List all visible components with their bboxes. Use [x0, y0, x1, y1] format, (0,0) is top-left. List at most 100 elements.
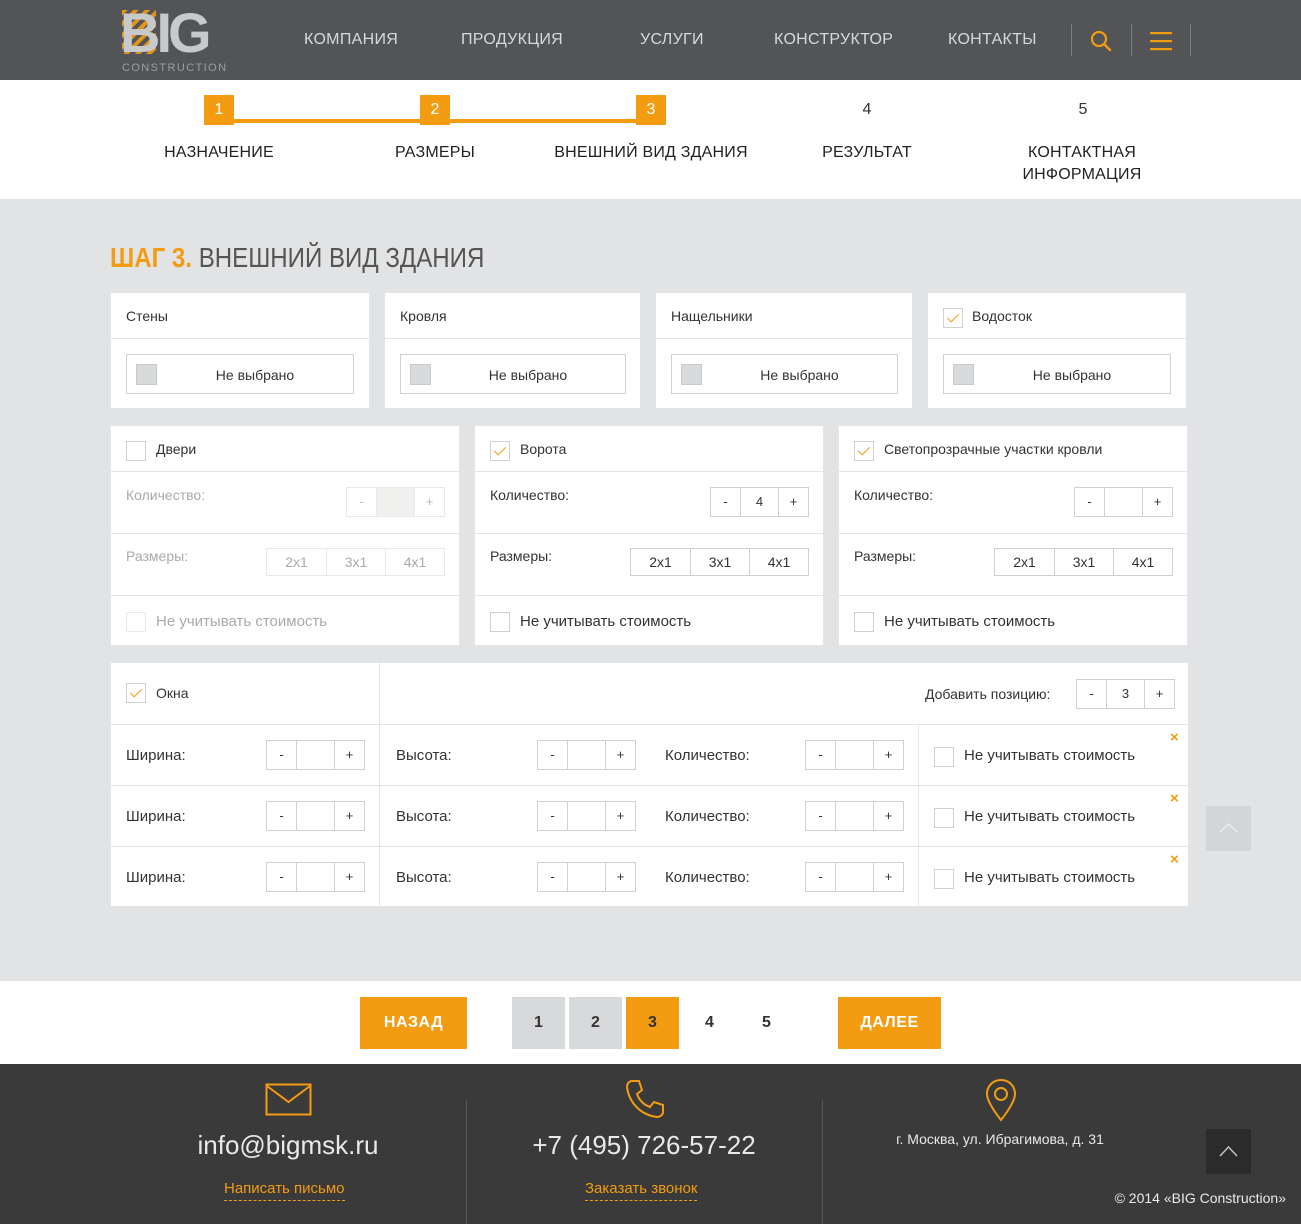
ignore-cost-checkbox[interactable]	[934, 869, 954, 889]
width-value[interactable]	[296, 802, 335, 830]
width-stepper[interactable]: - +	[266, 801, 365, 831]
gates-checkbox[interactable]	[490, 441, 510, 461]
search-icon[interactable]	[1089, 29, 1113, 53]
plus-button[interactable]: +	[335, 741, 364, 769]
quantity-stepper[interactable]: - +	[805, 862, 904, 892]
ignore-cost-checkbox[interactable]	[934, 808, 954, 828]
minus-button[interactable]: -	[711, 488, 740, 516]
size-option[interactable]: 4x1	[749, 549, 808, 575]
quantity-stepper[interactable]: -4 +	[710, 487, 809, 517]
order-call-link[interactable]: Заказать звонок	[585, 1180, 698, 1201]
size-option[interactable]: 3x1	[326, 549, 385, 575]
scroll-top-button[interactable]	[1206, 806, 1251, 851]
plus-button[interactable]: +	[415, 488, 444, 516]
plus-button[interactable]: +	[1145, 680, 1174, 708]
quantity-value[interactable]	[376, 488, 415, 516]
footer-phone[interactable]: +7 (495) 726-57-22	[506, 1130, 782, 1161]
windows-checkbox[interactable]	[126, 683, 146, 703]
step-2-number[interactable]: 2	[420, 95, 450, 125]
ignore-cost-checkbox[interactable]	[126, 612, 146, 632]
minus-button[interactable]: -	[538, 802, 567, 830]
size-option[interactable]: 4x1	[385, 549, 444, 575]
plus-button[interactable]: +	[335, 863, 364, 891]
material-select[interactable]: Не выбрано	[943, 354, 1171, 394]
nav-contacts[interactable]: КОНТАКТЫ	[948, 31, 1037, 49]
size-option[interactable]: 2x1	[631, 549, 690, 575]
quantity-value[interactable]: 4	[740, 488, 779, 516]
nav-products[interactable]: ПРОДУКЦИЯ	[461, 31, 563, 49]
material-select[interactable]: Не выбрано	[671, 354, 898, 394]
ignore-cost-checkbox[interactable]	[854, 612, 874, 632]
width-value[interactable]	[296, 863, 335, 891]
minus-button[interactable]: -	[538, 741, 567, 769]
remove-row-icon[interactable]: ×	[1170, 729, 1179, 746]
page-1[interactable]: 1	[512, 997, 565, 1049]
size-option[interactable]: 3x1	[690, 549, 749, 575]
size-option[interactable]: 2x1	[995, 549, 1054, 575]
menu-icon[interactable]	[1149, 30, 1173, 52]
plus-button[interactable]: +	[606, 863, 635, 891]
skylights-checkbox[interactable]	[854, 441, 874, 461]
minus-button[interactable]: -	[806, 741, 835, 769]
ignore-cost-checkbox[interactable]	[490, 612, 510, 632]
page-3-current[interactable]: 3	[626, 997, 679, 1049]
plus-button[interactable]: +	[606, 802, 635, 830]
doors-checkbox[interactable]	[126, 441, 146, 461]
height-value[interactable]	[567, 802, 606, 830]
page-2[interactable]: 2	[569, 997, 622, 1049]
back-button[interactable]: НАЗАД	[360, 997, 467, 1049]
remove-row-icon[interactable]: ×	[1170, 790, 1179, 807]
quantity-stepper[interactable]: - +	[346, 487, 445, 517]
minus-button[interactable]: -	[347, 488, 376, 516]
width-stepper[interactable]: - +	[266, 862, 365, 892]
size-option[interactable]: 4x1	[1113, 549, 1172, 575]
minus-button[interactable]: -	[267, 863, 296, 891]
add-position-value[interactable]: 3	[1106, 680, 1145, 708]
next-button[interactable]: ДАЛЕЕ	[838, 997, 941, 1049]
width-value[interactable]	[296, 741, 335, 769]
minus-button[interactable]: -	[806, 802, 835, 830]
height-stepper[interactable]: - +	[537, 862, 636, 892]
material-select[interactable]: Не выбрано	[126, 354, 354, 394]
plus-button[interactable]: +	[1143, 488, 1172, 516]
minus-button[interactable]: -	[806, 863, 835, 891]
quantity-value[interactable]	[835, 741, 874, 769]
material-select[interactable]: Не выбрано	[400, 354, 626, 394]
footer-email[interactable]: info@bigmsk.ru	[150, 1130, 426, 1161]
minus-button[interactable]: -	[1077, 680, 1106, 708]
gutter-checkbox[interactable]	[943, 308, 963, 328]
write-letter-link[interactable]: Написать письмо	[224, 1180, 345, 1201]
quantity-stepper[interactable]: - +	[1074, 487, 1173, 517]
minus-button[interactable]: -	[1075, 488, 1104, 516]
nav-constructor[interactable]: КОНСТРУКТОР	[774, 31, 893, 49]
plus-button[interactable]: +	[874, 741, 903, 769]
nav-company[interactable]: КОМПАНИЯ	[304, 31, 398, 49]
scroll-top-button[interactable]	[1206, 1129, 1251, 1174]
plus-button[interactable]: +	[606, 741, 635, 769]
minus-button[interactable]: -	[538, 863, 567, 891]
ignore-cost-checkbox[interactable]	[934, 747, 954, 767]
plus-button[interactable]: +	[874, 863, 903, 891]
height-stepper[interactable]: - +	[537, 740, 636, 770]
minus-button[interactable]: -	[267, 741, 296, 769]
height-stepper[interactable]: - +	[537, 801, 636, 831]
nav-services[interactable]: УСЛУГИ	[640, 31, 704, 49]
quantity-value[interactable]	[835, 802, 874, 830]
add-position-stepper[interactable]: -3 +	[1076, 679, 1175, 709]
quantity-value[interactable]	[835, 863, 874, 891]
width-stepper[interactable]: - +	[266, 740, 365, 770]
plus-button[interactable]: +	[335, 802, 364, 830]
remove-row-icon[interactable]: ×	[1170, 851, 1179, 868]
size-option[interactable]: 2x1	[267, 549, 326, 575]
quantity-stepper[interactable]: - +	[805, 801, 904, 831]
step-3-number[interactable]: 3	[636, 95, 666, 125]
step-1-number[interactable]: 1	[204, 95, 234, 125]
height-value[interactable]	[567, 863, 606, 891]
size-option[interactable]: 3x1	[1054, 549, 1113, 575]
quantity-value[interactable]	[1104, 488, 1143, 516]
minus-button[interactable]: -	[267, 802, 296, 830]
height-value[interactable]	[567, 741, 606, 769]
quantity-stepper[interactable]: - +	[805, 740, 904, 770]
plus-button[interactable]: +	[779, 488, 808, 516]
logo[interactable]: BIG CONSTRUCTION	[120, 1, 245, 74]
